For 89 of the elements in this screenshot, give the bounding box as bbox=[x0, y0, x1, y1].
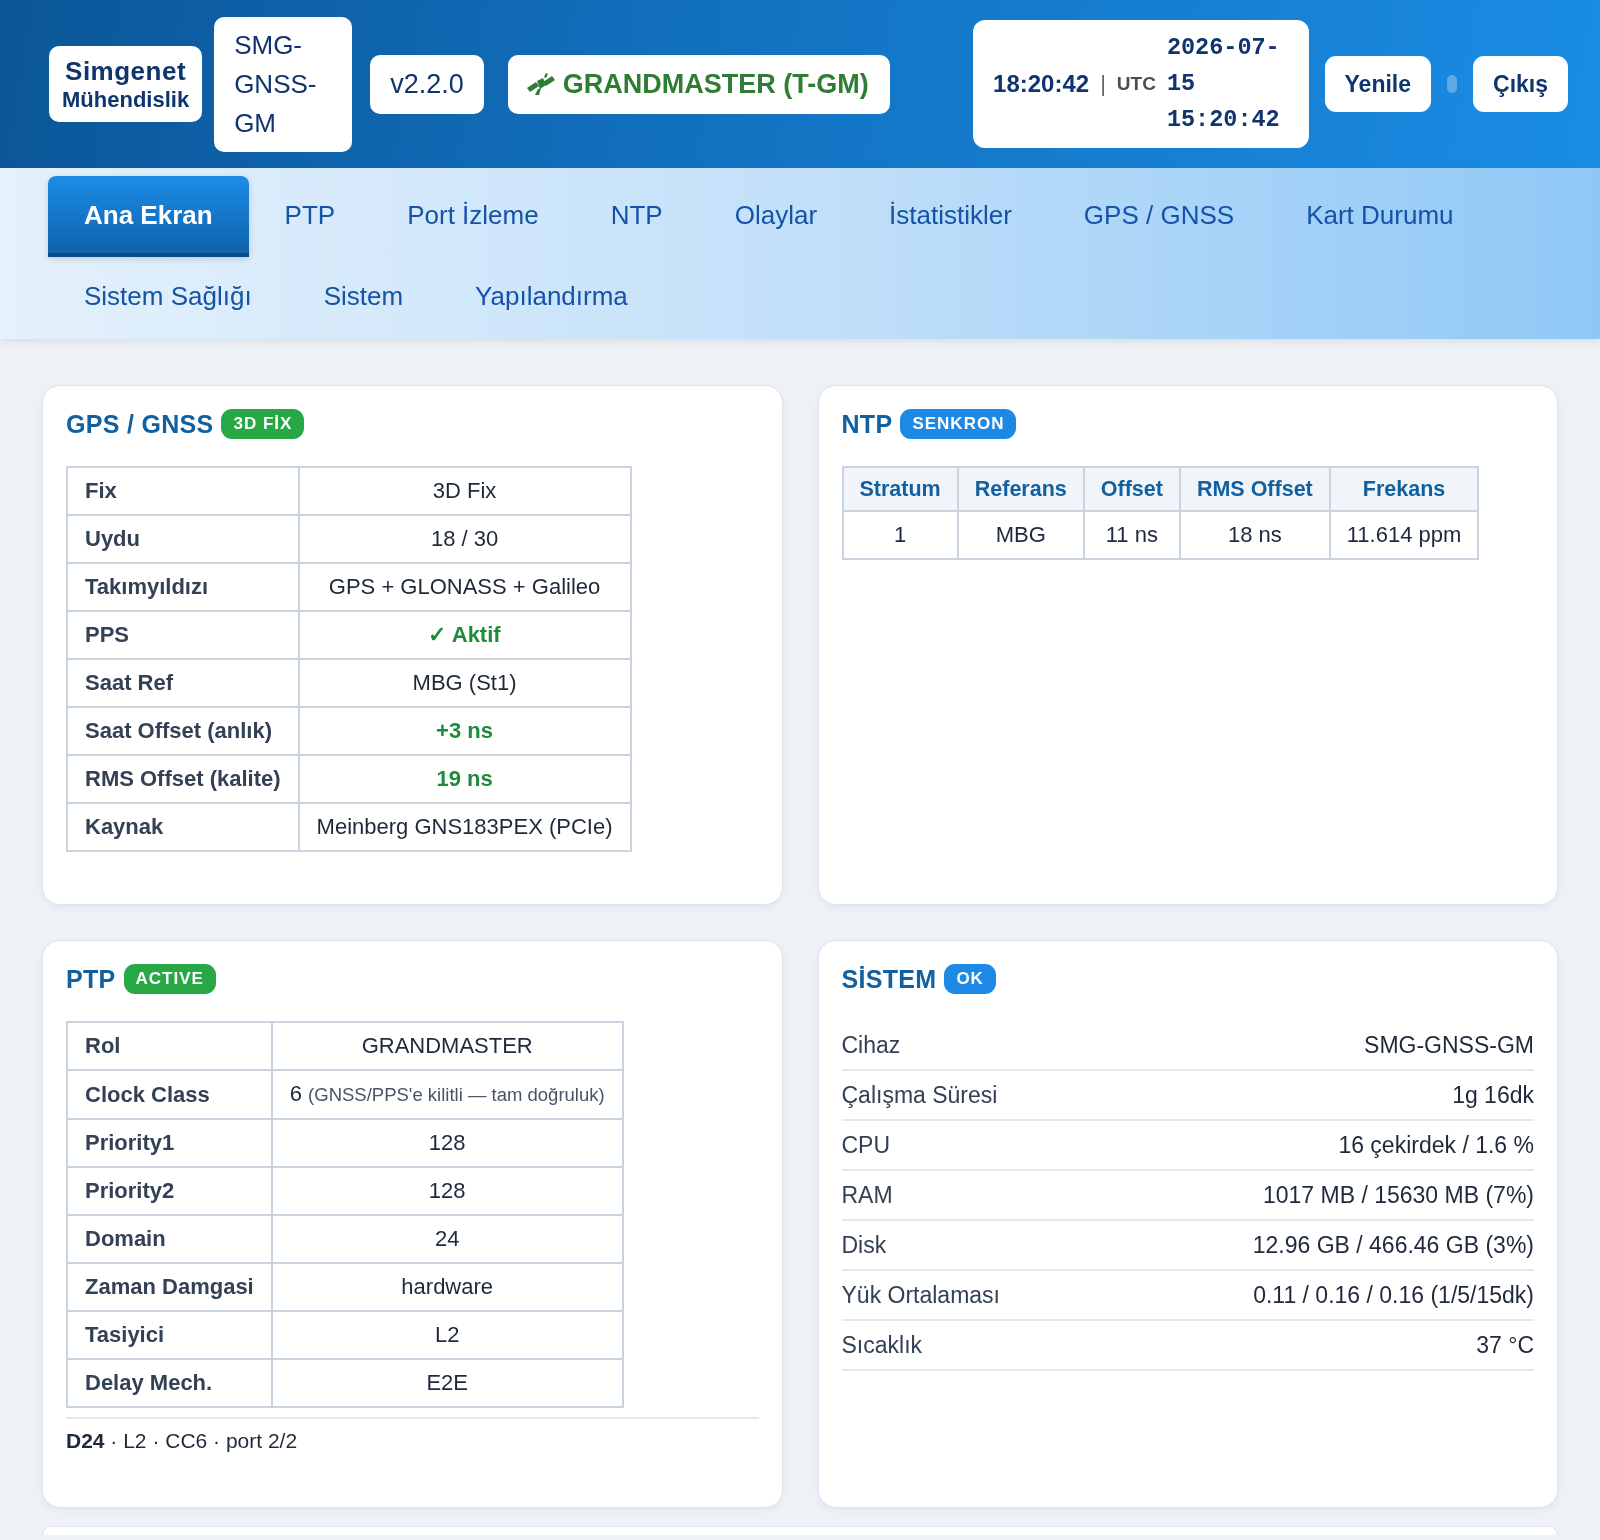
table-cell: Takımyıldızı bbox=[67, 563, 299, 611]
table-cell: Clock Class bbox=[67, 1070, 272, 1119]
column-header: Offset bbox=[1083, 467, 1180, 511]
separator-text: | bbox=[1100, 71, 1106, 97]
card-title: GPS / GNSS bbox=[66, 409, 214, 439]
nav-tab[interactable]: Olaylar bbox=[698, 176, 854, 257]
nav-tab[interactable]: NTP bbox=[574, 176, 699, 257]
card-title: PTP bbox=[66, 964, 116, 994]
header-button[interactable]: Çıkış bbox=[1473, 56, 1568, 112]
table-cell: Saat Ref bbox=[67, 659, 299, 707]
cell-note: (GNSS/PPS'e kilitli — tam doğruluk) bbox=[308, 1084, 605, 1105]
table-cell: 128 bbox=[271, 1167, 623, 1215]
table-cell: ✓ Aktif bbox=[298, 611, 631, 659]
utc-datetime: 2026-07-15 15:20:42 bbox=[1166, 33, 1281, 135]
column-header: RMS Offset bbox=[1179, 467, 1330, 511]
field-value: SMG-GNSS-GM bbox=[1364, 1032, 1534, 1058]
table-cell: MBG (St1) bbox=[298, 659, 631, 707]
table-cell: 128 bbox=[271, 1119, 623, 1167]
table-cell: 11.614 ppm bbox=[1329, 511, 1479, 559]
table-cell: 1 bbox=[842, 511, 958, 559]
table-cell: Delay Mech. bbox=[67, 1359, 272, 1407]
table-cell: Zaman Damgasi bbox=[67, 1263, 272, 1311]
status-badge: ACTIVE bbox=[123, 964, 216, 994]
field-label: Çalışma Süresi bbox=[841, 1082, 998, 1108]
table-cell: hardware bbox=[271, 1263, 623, 1311]
field-label: RAM bbox=[841, 1182, 893, 1208]
table-cell: 18 ns bbox=[1179, 511, 1330, 559]
nav-tab[interactable]: Sistem Sağlığı bbox=[48, 257, 288, 338]
field-value: 12.96 GB / 466.46 GB (3%) bbox=[1252, 1232, 1534, 1258]
table-cell: Uydu bbox=[67, 515, 299, 563]
field-label: CPU bbox=[841, 1132, 891, 1158]
table-cell: E2E bbox=[271, 1359, 623, 1407]
table-cell: Tasiyici bbox=[67, 1311, 272, 1359]
satellite-icon bbox=[526, 73, 555, 95]
table-cell: 11 ns bbox=[1083, 511, 1180, 559]
nav-tab[interactable]: Yapılandırma bbox=[439, 257, 664, 338]
nav-tab[interactable]: Kart Durumu bbox=[1270, 176, 1490, 257]
header-button[interactable]: Yenile bbox=[1324, 56, 1431, 112]
column-header: Stratum bbox=[842, 467, 958, 511]
column-header: Frekans bbox=[1329, 467, 1479, 511]
status-badge: 3D FİX bbox=[221, 409, 305, 439]
status-badge: SENKRON bbox=[900, 409, 1017, 439]
field-value: 1g 16dk bbox=[1452, 1082, 1534, 1108]
table-cell: Priority2 bbox=[67, 1167, 272, 1215]
logo-subtitle: Mühendislik bbox=[62, 87, 190, 112]
nav-tab[interactable]: Port İzleme bbox=[371, 176, 575, 257]
nav-tab[interactable]: Ana Ekran bbox=[48, 176, 249, 257]
table-cell: Domain bbox=[67, 1215, 272, 1263]
device-name: SMG-GNSS-GM bbox=[214, 16, 353, 152]
table-cell: L2 bbox=[271, 1311, 623, 1359]
table-cell: MBG bbox=[957, 511, 1084, 559]
nav-tab[interactable]: PTP bbox=[248, 176, 372, 257]
table-cell: GRANDMASTER bbox=[271, 1022, 623, 1070]
table-cell: Rol bbox=[67, 1022, 272, 1070]
field-value: 0.11 / 0.16 / 0.16 (1/5/15dk) bbox=[1253, 1282, 1534, 1308]
summary-text: D24 · L2 · CC6 · port 2/2 bbox=[66, 1417, 759, 1455]
cell-value: 6 bbox=[289, 1081, 302, 1106]
logo-name: Simgenet bbox=[65, 56, 187, 87]
table-cell: GPS + GLONASS + Galileo bbox=[298, 563, 631, 611]
field-label: Yük Ortalaması bbox=[841, 1282, 1000, 1308]
timezone-label: UTC bbox=[1116, 73, 1156, 95]
field-value: 16 çekirdek / 1.6 % bbox=[1338, 1132, 1534, 1158]
field-label: Cihaz bbox=[841, 1032, 901, 1058]
role-text: GRANDMASTER (T-GM) bbox=[562, 68, 869, 100]
field-label: Sıcaklık bbox=[841, 1332, 923, 1358]
card-title: NTP bbox=[841, 409, 893, 439]
table-cell: PPS bbox=[67, 611, 299, 659]
table-cell: RMS Offset (kalite) bbox=[67, 755, 299, 803]
column-header: Referans bbox=[957, 467, 1084, 511]
nav-tab[interactable]: Sistem bbox=[287, 257, 440, 338]
status-badge: OK bbox=[944, 964, 996, 994]
field-value: 37 °C bbox=[1476, 1332, 1534, 1358]
table-cell: Fix bbox=[67, 467, 299, 515]
field-label: Disk bbox=[841, 1232, 887, 1258]
card-title: SİSTEM bbox=[841, 964, 937, 994]
local-time: 18:20:42 bbox=[993, 70, 1090, 98]
table-cell: Kaynak bbox=[67, 803, 299, 851]
table-cell: 3D Fix bbox=[298, 467, 631, 515]
table-cell: Saat Offset (anlık) bbox=[67, 707, 299, 755]
table-cell: Priority1 bbox=[67, 1119, 272, 1167]
nav-tab[interactable]: GPS / GNSS bbox=[1047, 176, 1271, 257]
table-cell: Meinberg GNS183PEX (PCIe) bbox=[298, 803, 631, 851]
field-value: 1017 MB / 15630 MB (7%) bbox=[1262, 1182, 1534, 1208]
nav-tab[interactable]: İstatistikler bbox=[853, 176, 1048, 257]
table-cell: +3 ns bbox=[298, 707, 631, 755]
version-label: v2.2.0 bbox=[370, 54, 484, 114]
table-cell: 18 / 30 bbox=[298, 515, 631, 563]
table-cell: 24 bbox=[271, 1215, 623, 1263]
table-cell: 19 ns bbox=[298, 755, 631, 803]
